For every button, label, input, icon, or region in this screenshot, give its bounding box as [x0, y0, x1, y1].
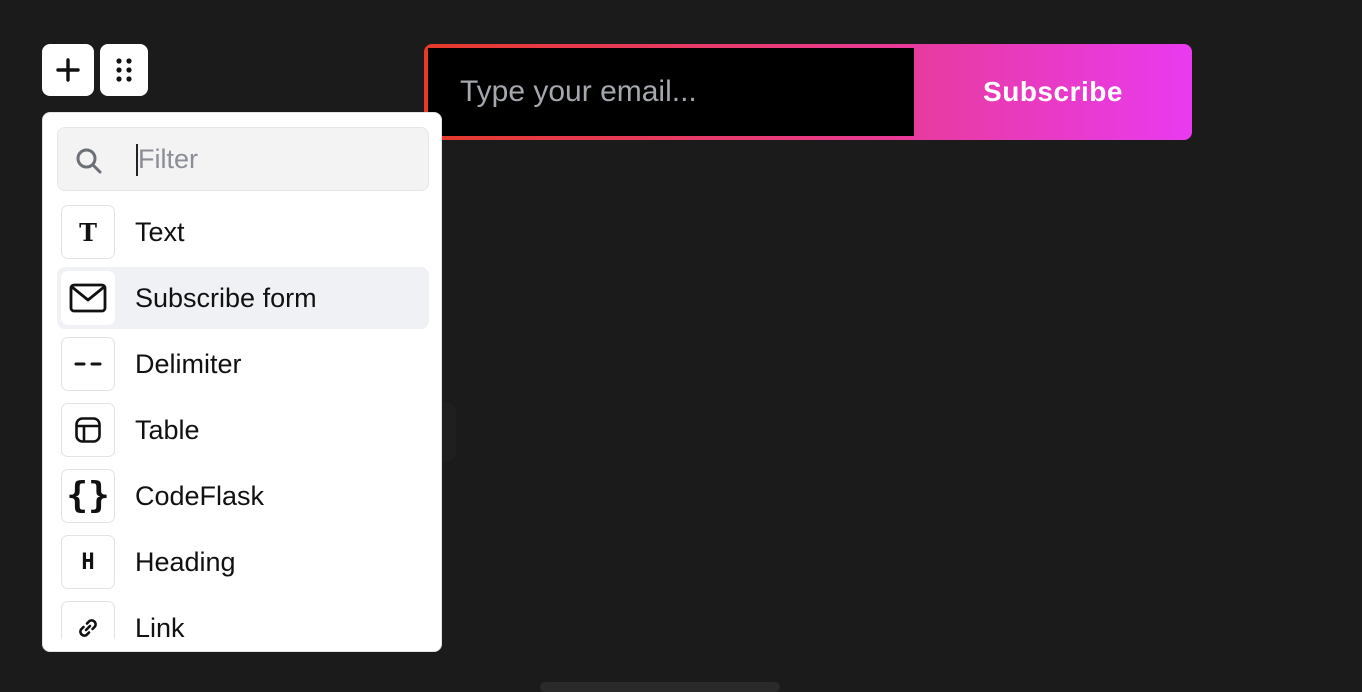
plus-icon: [56, 58, 80, 82]
menu-item-table[interactable]: Table: [57, 399, 429, 461]
add-block-button[interactable]: [42, 44, 94, 96]
menu-item-label: Subscribe form: [135, 282, 317, 313]
menu-item-label: Delimiter: [135, 348, 242, 379]
menu-item-delimiter[interactable]: Delimiter: [57, 333, 429, 395]
text-cursor: [136, 144, 138, 176]
filter-box: [57, 127, 429, 191]
heading-icon: H: [61, 535, 115, 589]
block-menu-popover: T Text Subscribe form Delimiter: [42, 112, 442, 652]
menu-item-label: Text: [135, 216, 185, 247]
email-field-container: [428, 48, 914, 136]
drag-handle-button[interactable]: [100, 44, 148, 96]
menu-item-codeflask[interactable]: {} CodeFlask: [57, 465, 429, 527]
text-icon: T: [61, 205, 115, 259]
background-bar: [540, 682, 780, 692]
menu-item-subscribe-form[interactable]: Subscribe form: [57, 267, 429, 329]
subscribe-button[interactable]: Subscribe: [914, 44, 1192, 140]
mail-icon: [61, 271, 115, 325]
menu-item-text[interactable]: T Text: [57, 201, 429, 263]
email-input[interactable]: [428, 48, 914, 136]
subscribe-form-block: Subscribe: [424, 44, 1192, 140]
code-braces-icon: {}: [61, 469, 115, 523]
menu-item-label: CodeFlask: [135, 480, 265, 511]
block-list: T Text Subscribe form Delimiter Table {}…: [57, 201, 429, 639]
drag-handle-icon: [116, 58, 132, 82]
menu-item-link[interactable]: Link: [57, 597, 429, 639]
menu-item-label: Table: [135, 414, 200, 445]
link-icon: [61, 601, 115, 639]
delimiter-icon: [61, 337, 115, 391]
search-icon: [76, 148, 102, 174]
table-icon: [61, 403, 115, 457]
menu-item-label: Link: [135, 612, 185, 640]
filter-input[interactable]: [134, 128, 414, 190]
menu-item-heading[interactable]: H Heading: [57, 531, 429, 593]
menu-item-label: Heading: [135, 546, 236, 577]
